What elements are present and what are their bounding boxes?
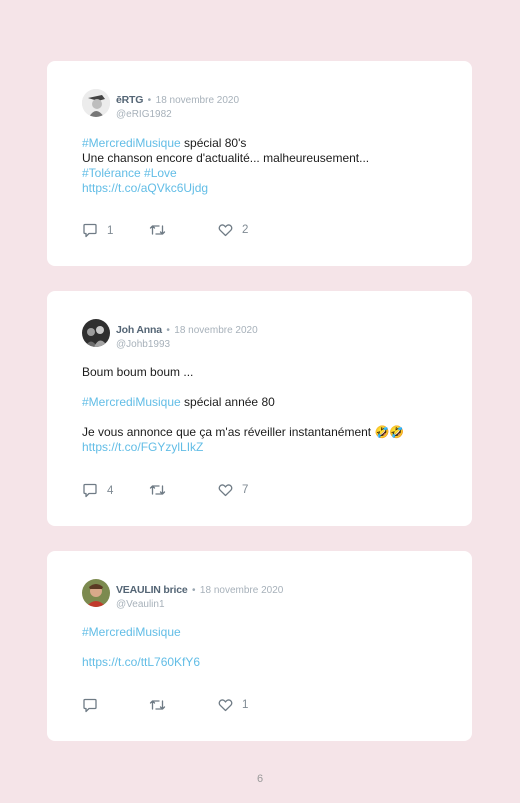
hashtag-link[interactable]: #Tolérance #Love — [82, 166, 177, 180]
like-button[interactable]: 1 — [218, 698, 248, 712]
tweet-link[interactable]: https://t.co/aQVkc6Ujdg — [82, 181, 208, 195]
tweet-text-segment: spécial 80's — [180, 136, 247, 150]
tweet-date[interactable]: 18 novembre 2020 — [174, 325, 257, 336]
like-button[interactable]: 2 — [218, 223, 248, 237]
tweet-card: Joh Anna • 18 novembre 2020 @Johb1993 Bo… — [47, 291, 472, 526]
retweet-icon — [149, 223, 166, 237]
reply-button[interactable]: 4 — [82, 483, 113, 498]
retweet-button[interactable] — [149, 223, 175, 237]
separator-dot: • — [147, 95, 152, 106]
tweet-line: #Tolérance #Love — [82, 166, 369, 181]
tweet-line: #MercrediMusique spécial 80's — [82, 136, 369, 151]
retweet-button[interactable] — [149, 698, 175, 712]
tweet-text-segment: Une chanson encore d'actualité... malheu… — [82, 151, 370, 165]
reply-button[interactable]: 1 — [82, 223, 113, 238]
avatar[interactable] — [82, 319, 110, 347]
author-handle[interactable]: @eRIG1982 — [116, 109, 239, 120]
tweet-card: VEAULIN brice • 18 novembre 2020 @Veauli… — [47, 551, 472, 741]
tweet-line: #MercrediMusique spécial année 80 — [82, 395, 404, 410]
avatar-image — [82, 89, 110, 117]
tweet-text: Boum boum boum ... #MercrediMusique spéci… — [82, 365, 404, 455]
reply-icon — [82, 698, 98, 713]
like-count: 7 — [242, 484, 249, 496]
avatar[interactable] — [82, 579, 110, 607]
tweet-line: https://t.co/aQVkc6Ujdg — [82, 181, 369, 196]
like-count: 2 — [242, 224, 249, 236]
author-handle[interactable]: @Johb1993 — [116, 339, 258, 350]
like-count: 1 — [242, 699, 249, 711]
tweet-line: Une chanson encore d'actualité... malheu… — [82, 151, 369, 166]
tweet-date[interactable]: 18 novembre 2020 — [156, 95, 239, 106]
tweet-line: Boum boum boum ... — [82, 365, 404, 380]
author-handle[interactable]: @Veaulin1 — [116, 599, 283, 610]
tweet-text-segment: Boum boum boum ... — [82, 365, 194, 379]
reply-count: 1 — [107, 224, 114, 237]
reply-icon — [82, 223, 98, 238]
tweet-date[interactable]: 18 novembre 2020 — [200, 585, 283, 596]
tweet-line: https://t.co/FGYzylLIkZ — [82, 440, 404, 455]
avatar-image — [82, 579, 110, 607]
reply-icon — [82, 483, 98, 498]
tweet-link[interactable]: https://t.co/FGYzylLIkZ — [82, 440, 203, 454]
like-button[interactable]: 7 — [218, 483, 248, 497]
reply-button[interactable] — [82, 698, 107, 713]
tweet-text: #MercrediMusique https://t.co/ttL760KfY6 — [82, 625, 200, 670]
author-name[interactable]: ēRTG — [116, 94, 143, 106]
heart-icon — [218, 223, 233, 237]
hashtag-link[interactable]: #MercrediMusique — [82, 395, 181, 409]
avatar[interactable] — [82, 89, 110, 117]
tweet-text-segment: spécial année 80 — [180, 395, 275, 409]
tweet-line: Je vous annonce que ça m'as réveiller in… — [82, 425, 404, 440]
separator-dot: • — [166, 325, 170, 336]
page-number: 6 — [256, 773, 264, 785]
retweet-button[interactable] — [149, 483, 175, 497]
hashtag-link[interactable]: #MercrediMusique — [82, 625, 181, 639]
retweet-icon — [149, 698, 166, 712]
tweet-text-segment: Je vous annonce que ça m'as réveiller in… — [82, 425, 405, 439]
heart-icon — [218, 698, 233, 712]
tweet-line: https://t.co/ttL760KfY6 — [82, 655, 200, 670]
tweet-card: ēRTG • 18 novembre 2020 @eRIG1982 #Mercr… — [47, 61, 472, 266]
tweet-link[interactable]: https://t.co/ttL760KfY6 — [82, 655, 200, 669]
tweet-line: #MercrediMusique — [82, 625, 200, 640]
separator-dot: • — [191, 585, 196, 596]
retweet-icon — [149, 483, 166, 497]
heart-icon — [218, 483, 233, 497]
author-name[interactable]: Joh Anna — [116, 324, 162, 336]
hashtag-link[interactable]: #MercrediMusique — [82, 136, 181, 150]
tweet-text: #MercrediMusique spécial 80's Une chanson… — [82, 136, 369, 196]
reply-count: 4 — [107, 484, 114, 497]
avatar-image — [82, 319, 110, 347]
author-name[interactable]: VEAULIN brice — [116, 584, 188, 596]
